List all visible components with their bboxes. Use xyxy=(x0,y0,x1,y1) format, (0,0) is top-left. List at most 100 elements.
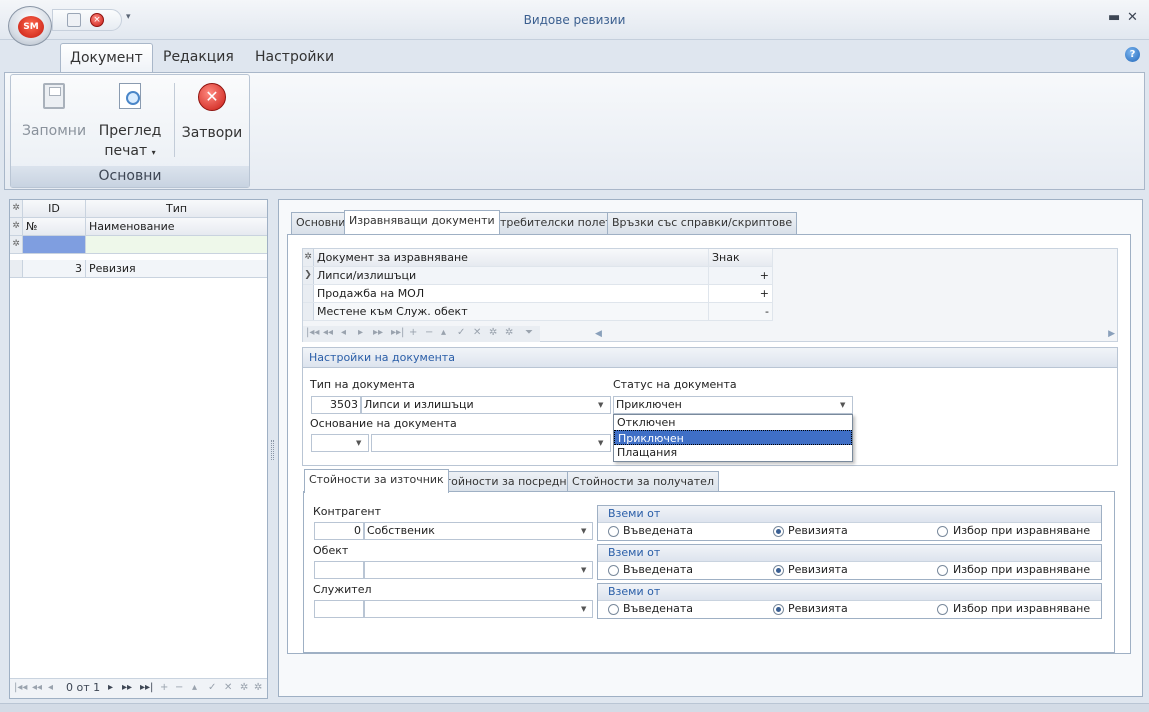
delete-icon[interactable]: − xyxy=(175,682,183,693)
filter-icon[interactable]: ✲ xyxy=(303,249,314,266)
print-preview-button[interactable]: Преглед печат ▾ xyxy=(95,83,165,163)
tab-source-values[interactable]: Стойности за източник xyxy=(304,469,449,493)
radio-revision[interactable] xyxy=(773,526,784,537)
chevron-down-icon[interactable]: ▼ xyxy=(356,439,361,447)
table-row[interactable]: Местене към Служ. обект - xyxy=(303,303,773,321)
cancel-record-icon[interactable]: ✕ xyxy=(224,682,232,693)
chevron-down-icon[interactable]: ▼ xyxy=(598,439,603,447)
chevron-down-icon[interactable]: ▼ xyxy=(598,401,603,409)
row-document-cell[interactable]: Местене към Служ. обект xyxy=(314,303,709,320)
object-code-field[interactable] xyxy=(314,561,364,579)
chevron-down-icon[interactable]: ▼ xyxy=(581,527,586,535)
counterparty-code-field[interactable]: 0 xyxy=(314,522,364,540)
row-document-cell[interactable]: Липси/излишъци xyxy=(314,267,709,284)
tab-user-fields[interactable]: Потребителски полета xyxy=(480,212,624,234)
minimize-button[interactable]: ▬ xyxy=(1108,10,1120,25)
next-page-icon[interactable]: ▸▸ xyxy=(122,682,132,693)
counterparty-name-field[interactable]: Собственик xyxy=(364,522,593,540)
doc-type-name-field[interactable]: Липси и излишъци xyxy=(361,396,611,414)
last-page-icon[interactable]: ▸▸| xyxy=(140,682,153,693)
delete-icon[interactable]: − xyxy=(425,327,433,338)
edit-icon[interactable]: ▴ xyxy=(192,682,197,693)
splitter-handle[interactable] xyxy=(271,440,274,460)
table-row[interactable]: ❯ Липси/излишъци + xyxy=(303,267,773,285)
first-page-icon[interactable]: |◂◂ xyxy=(14,682,27,693)
tab-report-links[interactable]: Връзки със справки/скриптове xyxy=(607,212,798,234)
object-name-field[interactable] xyxy=(364,561,593,579)
save-button[interactable]: Запомни xyxy=(19,83,89,141)
radio-choose[interactable] xyxy=(937,526,948,537)
table-row[interactable]: 3 Ревизия xyxy=(10,260,267,278)
row-sign-cell[interactable]: + xyxy=(709,267,773,284)
edit-icon[interactable]: ▴ xyxy=(441,327,446,338)
table-row[interactable]: Продажба на МОЛ + xyxy=(303,285,773,303)
new-row-name-cell[interactable] xyxy=(86,236,267,253)
employee-name-field[interactable] xyxy=(364,600,593,618)
status-option-closed[interactable]: Приключен xyxy=(614,430,852,445)
scroll-right-icon[interactable]: ▶ xyxy=(1108,329,1115,339)
row-sign-cell[interactable]: + xyxy=(709,285,773,302)
chevron-down-icon[interactable]: ▼ xyxy=(581,605,586,613)
tab-recipient-values[interactable]: Стойности за получател xyxy=(567,471,719,493)
doc-type-code-field[interactable]: 3503 xyxy=(311,396,361,414)
cancel-record-icon[interactable]: ✕ xyxy=(473,327,481,338)
row-name-cell[interactable]: Ревизия xyxy=(86,260,267,277)
tab-main[interactable]: Основни xyxy=(291,212,351,234)
app-menu-button[interactable]: SM xyxy=(8,6,52,46)
tab-settings[interactable]: Настройки xyxy=(246,43,343,73)
next-page-icon[interactable]: ▸▸ xyxy=(373,327,383,338)
column-header-document[interactable]: Документ за изравняване xyxy=(314,249,709,266)
row-sign-cell[interactable]: - xyxy=(709,303,773,320)
basis-name-field[interactable] xyxy=(371,434,611,452)
status-option-unlocked[interactable]: Отключен xyxy=(614,415,852,430)
new-row-number-cell[interactable] xyxy=(23,236,86,253)
filter-icon[interactable]: ✲ xyxy=(240,682,248,693)
chevron-down-icon[interactable]: ▼ xyxy=(840,401,845,409)
row-document-cell[interactable]: Продажба на МОЛ xyxy=(314,285,709,302)
tab-compare-docs[interactable]: Изравняващи документи xyxy=(344,210,500,234)
column-header-type[interactable]: Тип xyxy=(86,200,267,217)
grid-new-row[interactable]: ✲ xyxy=(10,236,267,254)
funnel-icon[interactable]: ⏷ xyxy=(525,327,533,338)
save-record-icon[interactable]: ✓ xyxy=(208,682,216,693)
save-record-icon[interactable]: ✓ xyxy=(457,327,465,338)
horizontal-scrollbar[interactable]: ◀ ▶ xyxy=(595,329,1115,339)
prev-record-icon[interactable]: ◂ xyxy=(48,682,53,693)
radio-revision[interactable] xyxy=(773,604,784,615)
radio-choose[interactable] xyxy=(937,604,948,615)
filter-icon[interactable]: ✲ xyxy=(10,200,23,217)
radio-entered[interactable] xyxy=(608,526,619,537)
radio-entered[interactable] xyxy=(608,565,619,576)
column-header-sign[interactable]: Знак xyxy=(709,249,773,266)
tab-intermediary-values[interactable]: Стойности за посредник xyxy=(432,471,586,493)
close-button[interactable]: ✕ Затвори xyxy=(177,83,247,143)
tab-edit[interactable]: Редакция xyxy=(154,43,243,73)
append-icon[interactable]: + xyxy=(409,327,417,338)
prev-page-icon[interactable]: ◂◂ xyxy=(32,682,42,693)
column-header-name[interactable]: Наименование xyxy=(86,218,267,235)
last-page-icon[interactable]: ▸▸| xyxy=(391,327,404,338)
radio-choose[interactable] xyxy=(937,565,948,576)
row-number-cell[interactable]: 3 xyxy=(23,260,86,277)
clear-filter-icon[interactable]: ✲ xyxy=(254,682,262,693)
filter-icon[interactable]: ✲ xyxy=(10,218,23,235)
status-option-payments[interactable]: Плащания xyxy=(614,445,852,460)
status-select[interactable]: Приключен xyxy=(613,396,853,414)
radio-entered[interactable] xyxy=(608,604,619,615)
append-icon[interactable]: + xyxy=(160,682,168,693)
filter-icon[interactable]: ✲ xyxy=(489,327,497,338)
column-header-number[interactable]: № xyxy=(23,218,86,235)
help-icon[interactable]: ? xyxy=(1125,47,1140,62)
prev-record-icon[interactable]: ◂ xyxy=(341,327,346,338)
clear-filter-icon[interactable]: ✲ xyxy=(505,327,513,338)
next-record-icon[interactable]: ▸ xyxy=(358,327,363,338)
employee-code-field[interactable] xyxy=(314,600,364,618)
next-record-icon[interactable]: ▸ xyxy=(108,682,113,693)
first-page-icon[interactable]: |◂◂ xyxy=(306,327,319,338)
column-header-id[interactable]: ID xyxy=(23,200,86,217)
tab-document[interactable]: Документ xyxy=(60,43,153,73)
close-window-button[interactable]: ✕ xyxy=(1127,10,1138,25)
chevron-down-icon[interactable]: ▼ xyxy=(581,566,586,574)
radio-revision[interactable] xyxy=(773,565,784,576)
prev-page-icon[interactable]: ◂◂ xyxy=(323,327,333,338)
